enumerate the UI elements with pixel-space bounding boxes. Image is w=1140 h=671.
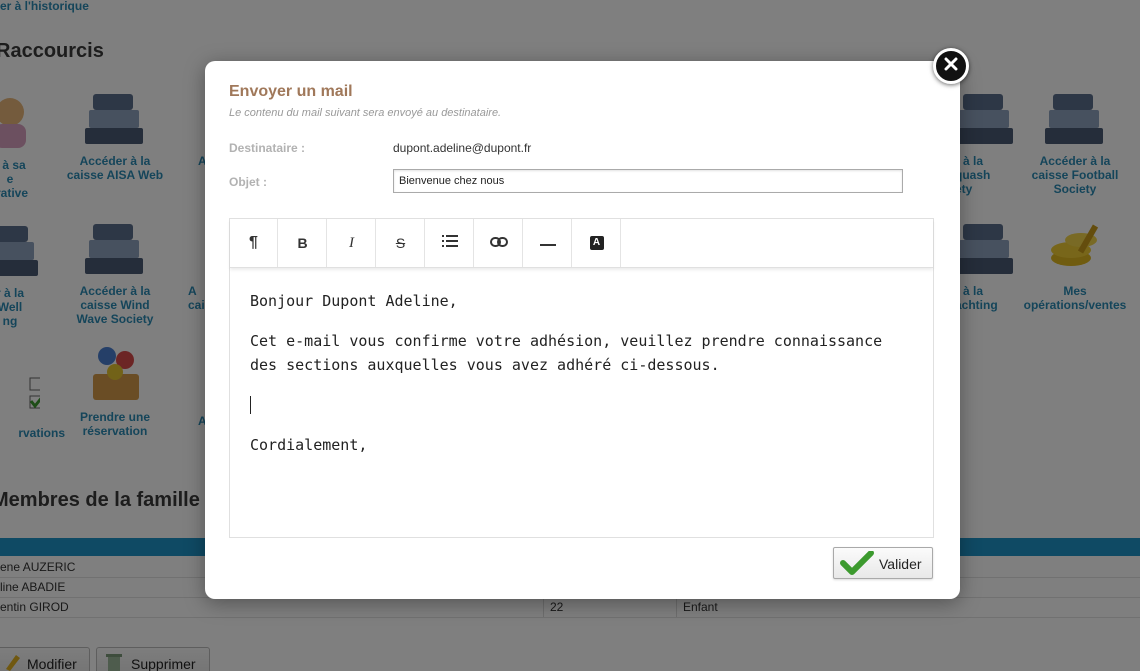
empty-line bbox=[250, 393, 910, 417]
italic-icon: I bbox=[349, 234, 354, 251]
dialog-subtitle: Le contenu du mail suivant sera envoyé a… bbox=[229, 107, 502, 119]
text-color-icon: A bbox=[589, 236, 604, 250]
close-icon bbox=[944, 57, 958, 76]
italic-button[interactable]: I bbox=[328, 219, 376, 267]
email-greeting: Bonjour Dupont Adeline, bbox=[250, 292, 458, 310]
recipient-label: Destinataire : bbox=[229, 141, 306, 155]
paragraph-button[interactable]: ¶ bbox=[230, 219, 278, 267]
close-button[interactable] bbox=[933, 48, 969, 84]
bold-button[interactable]: B bbox=[279, 219, 327, 267]
list-button[interactable] bbox=[426, 219, 474, 267]
subject-input[interactable] bbox=[393, 169, 903, 193]
list-icon bbox=[441, 234, 458, 252]
strikethrough-button[interactable]: S bbox=[377, 219, 425, 267]
link-button[interactable] bbox=[475, 219, 523, 267]
dialog-title: Envoyer un mail bbox=[229, 83, 353, 100]
checkmark-icon bbox=[840, 550, 874, 580]
text-color-button[interactable]: A bbox=[573, 219, 621, 267]
editor-content[interactable]: Bonjour Dupont Adeline, Cet e-mail vous … bbox=[250, 289, 910, 473]
rich-text-editor[interactable]: ¶ B I S A Bonjour Dupont Adeline, Cet e-… bbox=[229, 218, 934, 538]
link-icon bbox=[489, 234, 508, 252]
editor-toolbar: ¶ B I S A bbox=[230, 219, 933, 268]
submit-label: Valider bbox=[879, 556, 922, 572]
bold-icon: B bbox=[297, 235, 308, 251]
recipient-value: dupont.adeline@dupont.fr bbox=[393, 141, 532, 155]
email-paragraph: Cet e-mail vous confirme votre adhésion,… bbox=[250, 332, 883, 374]
strikethrough-icon: S bbox=[395, 235, 406, 251]
horizontal-rule-icon bbox=[539, 234, 556, 252]
text-caret bbox=[250, 396, 251, 414]
paragraph-icon: ¶ bbox=[249, 234, 258, 251]
subject-label: Objet : bbox=[229, 175, 267, 189]
submit-button[interactable]: Valider bbox=[833, 547, 933, 579]
horizontal-rule-button[interactable] bbox=[524, 219, 572, 267]
send-mail-dialog: Envoyer un mail Le contenu du mail suiva… bbox=[205, 61, 960, 599]
email-closing: Cordialement, bbox=[250, 436, 368, 454]
